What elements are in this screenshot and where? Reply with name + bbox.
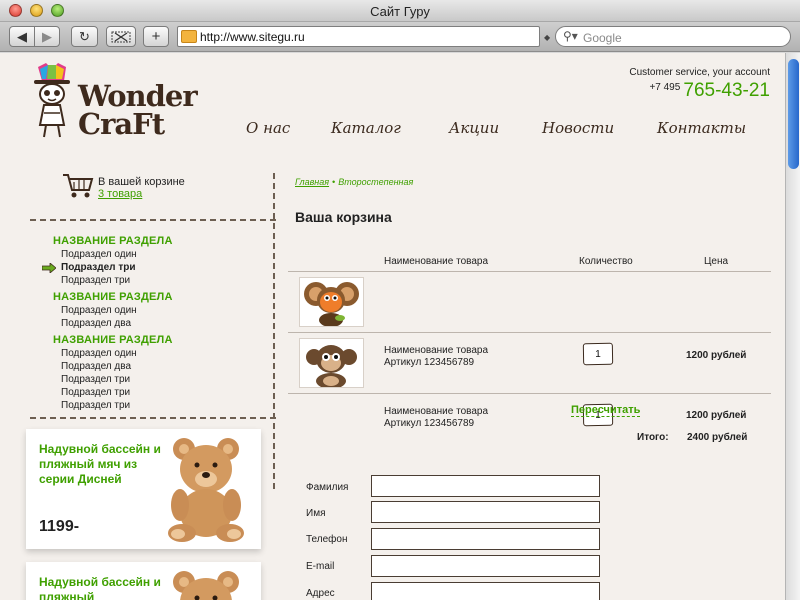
nav-item-about[interactable]: О нас [246, 119, 290, 137]
subcategory-link[interactable]: Подраздел три [61, 374, 130, 385]
field-label-address: Адрес [306, 588, 335, 599]
breadcrumb: Главная • Второстепенная [295, 177, 413, 187]
monkey-toy-image [306, 345, 357, 387]
subcategory-link[interactable]: Подраздел три [61, 400, 130, 411]
vertical-scrollbar[interactable] [785, 53, 800, 600]
email-field[interactable] [371, 555, 600, 577]
page-viewport: Wonder CraFt Customer service, your acco… [0, 53, 785, 600]
promo-price: 1199- [39, 518, 80, 535]
scissors-icon [111, 31, 131, 43]
column-divider [273, 173, 275, 489]
field-label-phone: Телефон [306, 534, 348, 545]
name-field[interactable] [371, 501, 600, 523]
browser-toolbar: ◀ ▶ ↻ + http://www.sitegu.ru ◆ ⚲▾ Google [0, 22, 800, 52]
total-label: Итого: [637, 432, 669, 443]
phone-digits: 765-43-21 [683, 80, 770, 101]
product-price: 1200 рублей [686, 410, 747, 421]
subcategory-link[interactable]: Подраздел один [61, 348, 137, 359]
add-bookmark-button[interactable]: + [143, 26, 169, 47]
sidebar-divider [30, 219, 276, 221]
category-title[interactable]: НАЗВАНИЕ РАЗДЕЛА [53, 235, 173, 247]
logo-mascot-icon [34, 63, 70, 138]
reload-button[interactable]: ↻ [71, 26, 98, 47]
promo-banner[interactable]: Надувной бассейн и пляжный [26, 562, 261, 600]
phone-field[interactable] [371, 528, 600, 550]
category-title[interactable]: НАЗВАНИЕ РАЗДЕЛА [53, 334, 173, 346]
table-divider [288, 332, 771, 333]
arrow-right-icon [42, 263, 56, 273]
promo-text: Надувной бассейн и пляжный [39, 575, 161, 600]
nav-item-contacts[interactable]: Контакты [657, 119, 746, 137]
site-folder-icon [181, 30, 197, 43]
product-name: Наименование товара Артикул 123456789 [384, 406, 488, 430]
table-divider [288, 271, 771, 272]
subcategory-link[interactable]: Подраздел два [61, 361, 131, 372]
teddy-bear-image [168, 438, 244, 542]
search-placeholder: Google [583, 31, 622, 45]
address-text: http://www.sitegu.ru [200, 30, 305, 44]
site-logo[interactable]: Wonder CraFt [30, 63, 198, 143]
column-header-qty: Количество [579, 256, 633, 267]
field-label-name: Имя [306, 508, 326, 519]
sidebar-divider [30, 417, 276, 419]
logo-text-bottom: CraFt [78, 107, 165, 141]
address-dropdown-icon[interactable]: ◆ [544, 33, 550, 42]
phone-code: +7 495 [649, 82, 681, 93]
reload-icon: ↻ [79, 29, 90, 44]
product-price: 1200 рублей [686, 350, 747, 361]
back-arrow-icon: ◀ [17, 29, 27, 44]
product-sku: Артикул 123456789 [384, 418, 475, 429]
cart-count-link[interactable]: 3 товара [98, 188, 142, 200]
teddy-bear-image [173, 571, 239, 600]
nav-item-catalog[interactable]: Каталог [331, 119, 401, 137]
window-titlebar: Сайт Гуру [0, 0, 800, 22]
scrollbar-thumb[interactable] [788, 59, 799, 169]
product-sku: Артикул 123456789 [384, 357, 475, 368]
product-title[interactable]: Наименование товара [384, 406, 488, 418]
surname-field[interactable] [371, 475, 600, 497]
recalculate-link[interactable]: Пересчитать [571, 404, 641, 417]
forward-button[interactable]: ▶ [34, 26, 60, 47]
web-clip-button[interactable] [106, 26, 136, 47]
promo-banner[interactable]: Надувной бассейн и пляжный мяч из серии … [26, 429, 261, 549]
cart-label: В вашей корзине [98, 176, 185, 188]
product-title[interactable]: Наименование товара [384, 345, 488, 357]
back-button[interactable]: ◀ [9, 26, 35, 47]
phone-number: +7 495 765-43-21 [600, 80, 770, 102]
field-label-surname: Фамилия [306, 482, 349, 493]
plus-icon: + [151, 28, 161, 45]
search-icon: ⚲▾ [563, 29, 578, 43]
address-field[interactable] [371, 582, 600, 600]
subcategory-link[interactable]: Подраздел три [61, 275, 130, 286]
subcategory-link[interactable]: Подраздел два [61, 318, 131, 329]
subcategory-link[interactable]: Подраздел один [61, 249, 137, 260]
category-title[interactable]: НАЗВАНИЕ РАЗДЕЛА [53, 291, 173, 303]
column-header-price: Цена [704, 256, 729, 267]
table-divider [288, 393, 771, 394]
search-field[interactable]: ⚲▾ Google [555, 26, 791, 47]
product-thumbnail[interactable] [299, 338, 364, 388]
address-bar[interactable]: http://www.sitegu.ru [177, 26, 540, 47]
window-title: Сайт Гуру [370, 4, 430, 19]
forward-arrow-icon: ▶ [42, 29, 52, 44]
cheburashka-toy-image [304, 282, 359, 326]
product-name: Наименование товара Артикул 123456789 [384, 345, 488, 369]
total-value: 2400 рублей [687, 432, 748, 443]
customer-service-link[interactable]: Customer service, your account [600, 67, 770, 78]
field-label-email: E-mail [306, 561, 335, 572]
page-title: Ваша корзина [295, 209, 392, 225]
nav-item-news[interactable]: Новости [542, 119, 614, 137]
subcategory-link[interactable]: Подраздел три [61, 387, 130, 398]
nav-item-promotions[interactable]: Акции [449, 119, 499, 137]
subcategory-link[interactable]: Подраздел один [61, 305, 137, 316]
breadcrumb-home-link[interactable]: Главная [295, 177, 329, 187]
product-thumbnail[interactable] [299, 277, 364, 327]
promo-text: Надувной бассейн и пляжный мяч из серии … [39, 442, 161, 486]
quantity-input[interactable] [582, 342, 614, 366]
breadcrumb-current: Второстепенная [338, 177, 414, 187]
subcategory-link-active[interactable]: Подраздел три [61, 262, 135, 273]
breadcrumb-separator: • [332, 177, 336, 187]
shopping-cart-icon[interactable] [62, 172, 94, 200]
column-header-name: Наименование товара [384, 256, 489, 267]
